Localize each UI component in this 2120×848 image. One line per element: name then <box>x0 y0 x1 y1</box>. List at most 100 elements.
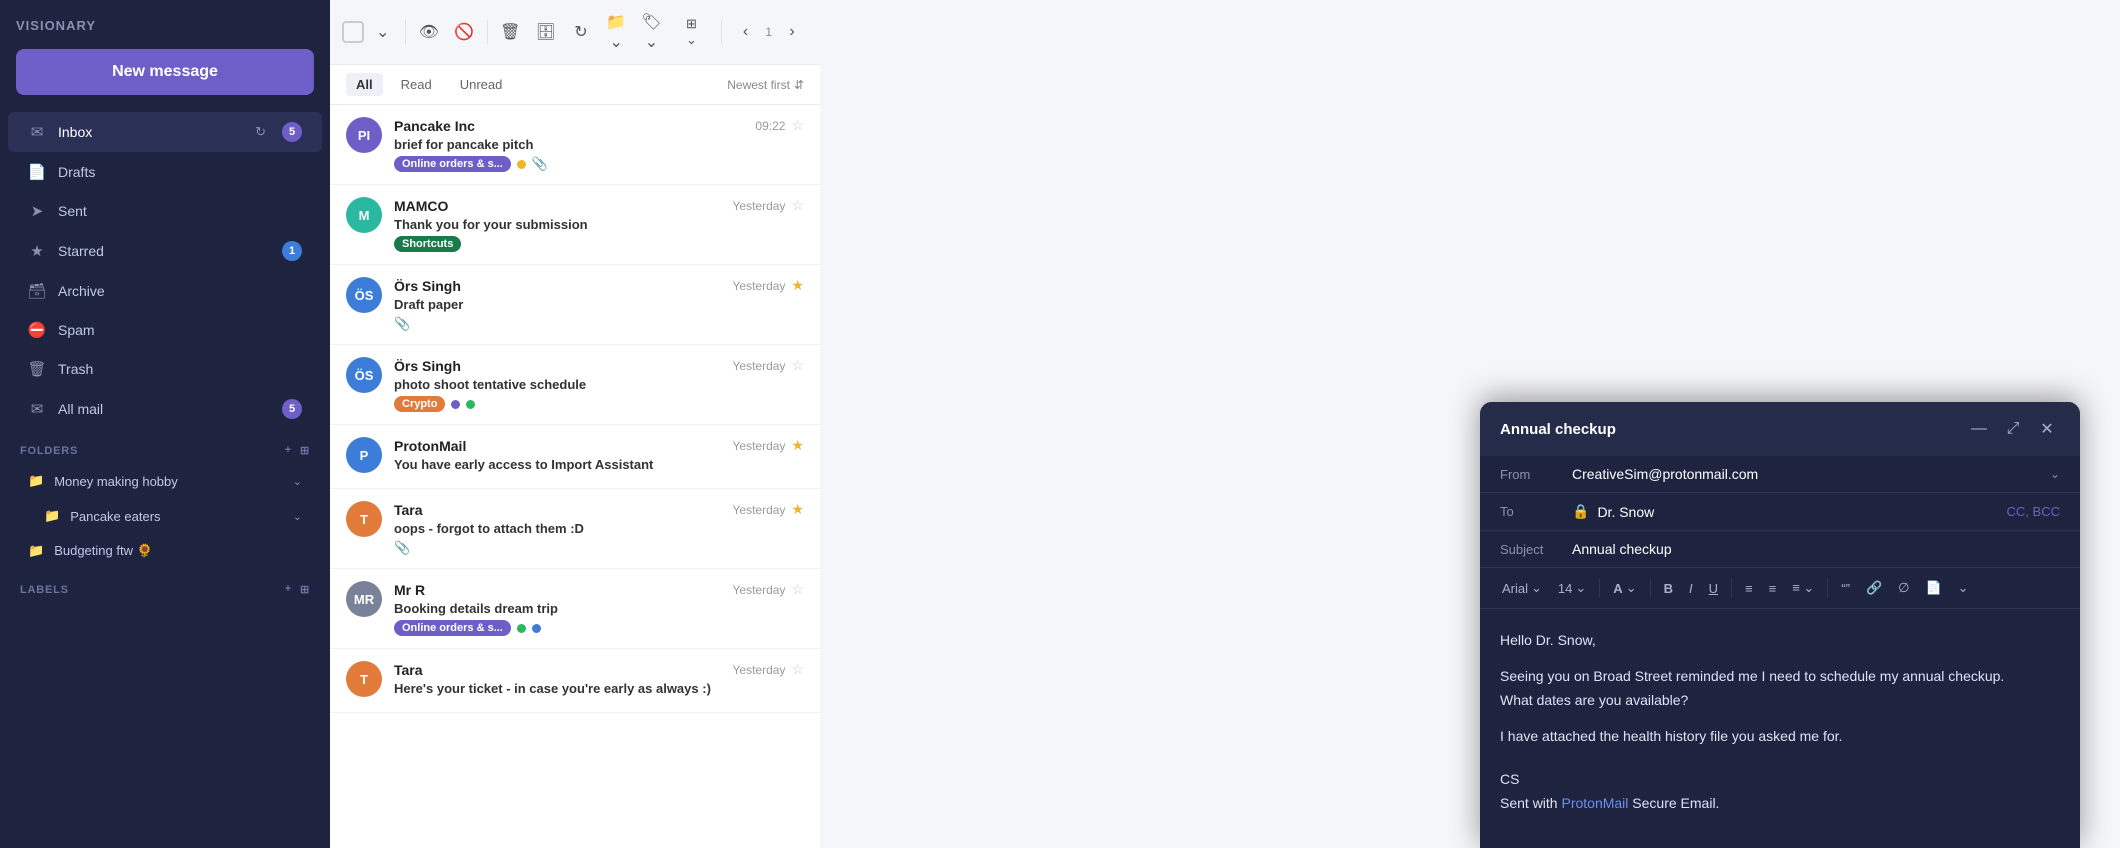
from-dropdown-icon[interactable]: ⌄ <box>2050 467 2060 481</box>
view-icon[interactable]: 👁 <box>412 14 445 50</box>
email-dot <box>517 160 526 169</box>
protonmail-link[interactable]: ProtonMail <box>1561 795 1628 811</box>
email-item[interactable]: PProtonMailYesterday★You have early acce… <box>330 425 820 489</box>
add-folder-icon[interactable]: + <box>285 444 292 457</box>
attachment-btn[interactable]: 📄 <box>1919 576 1947 600</box>
align-btn[interactable]: ≡ ⌄ <box>1786 576 1820 600</box>
chevron-down-btn[interactable]: ⌄ <box>366 14 399 50</box>
italic-btn[interactable]: I <box>1683 577 1699 600</box>
email-list: PIPancake Inc09:22☆brief for pancake pit… <box>330 105 820 848</box>
delete-icon[interactable]: 🗑 <box>494 14 527 50</box>
badge-starred: 1 <box>282 241 302 261</box>
folder-icon-money-making-hobby: 📁 <box>28 473 44 489</box>
sidebar-item-spam[interactable]: ⛔Spam <box>8 311 322 349</box>
sidebar-item-starred[interactable]: ★Starred1 <box>8 231 322 271</box>
email-item[interactable]: MMAMCOYesterday☆Thank you for your submi… <box>330 185 820 265</box>
subject-input[interactable] <box>1572 541 2060 557</box>
email-avatar: ÖS <box>346 277 382 313</box>
email-avatar: MR <box>346 581 382 617</box>
email-item[interactable]: MRMr RYesterday☆Booking details dream tr… <box>330 569 820 649</box>
email-content: Örs SinghYesterday★Draft paper📎 <box>394 277 804 332</box>
filter-tab-unread[interactable]: Unread <box>450 73 513 96</box>
link-btn[interactable]: 🔗 <box>1860 576 1888 600</box>
refresh-icon-inbox[interactable]: ↻ <box>255 124 266 140</box>
folder-item-budgeting-ftw[interactable]: 📁Budgeting ftw 🌻 <box>8 534 322 568</box>
filter-tab-all[interactable]: All <box>346 73 383 96</box>
expand-compose-button[interactable]: ⤢ <box>2000 416 2026 442</box>
ordered-list-btn[interactable]: ≡ <box>1739 577 1759 600</box>
prev-page-btn[interactable]: ‹ <box>730 14 762 50</box>
star-icon[interactable]: ☆ <box>791 581 804 598</box>
email-subject: oops - forgot to attach them :D <box>394 521 804 536</box>
minimize-compose-button[interactable]: — <box>1966 416 1992 442</box>
email-avatar: T <box>346 501 382 537</box>
font-size-btn[interactable]: 14 ⌄ <box>1552 576 1592 600</box>
email-tag: Online orders & s... <box>394 156 511 172</box>
star-icon[interactable]: ☆ <box>791 661 804 678</box>
email-content: Pancake Inc09:22☆brief for pancake pitch… <box>394 117 804 172</box>
email-from: Pancake Inc <box>394 118 475 134</box>
font-color-btn[interactable]: A ⌄ <box>1607 576 1642 600</box>
email-item[interactable]: PIPancake Inc09:22☆brief for pancake pit… <box>330 105 820 185</box>
folder-item-pancake-eaters[interactable]: 📁Pancake eaters⌄ <box>8 499 322 533</box>
sidebar-item-sent[interactable]: ➤Sent <box>8 192 322 230</box>
inbox-icon: ✉ <box>28 123 46 141</box>
clear-format-btn[interactable]: ∅ <box>1892 576 1915 600</box>
star-icon[interactable]: ★ <box>791 437 804 454</box>
sent-icon: ➤ <box>28 202 46 220</box>
compose-body[interactable]: Hello Dr. Snow, Seeing you on Broad Stre… <box>1480 609 2080 848</box>
email-time: Yesterday <box>733 503 786 517</box>
bold-btn[interactable]: B <box>1658 577 1679 600</box>
sidebar: VISIONARY New message ✉Inbox↻5📄Drafts➤Se… <box>0 0 330 848</box>
archive-icon[interactable]: 🗄 <box>529 14 562 50</box>
close-compose-button[interactable]: ✕ <box>2034 416 2060 442</box>
sidebar-item-all-mail[interactable]: ✉All mail5 <box>8 389 322 429</box>
email-dot <box>532 624 541 633</box>
attachment-icon: 📎 <box>394 540 410 556</box>
folder-item-money-making-hobby[interactable]: 📁Money making hobby⌄ <box>8 464 322 498</box>
folder-label-money-making-hobby: Money making hobby <box>54 474 283 489</box>
filter-tab-read[interactable]: Read <box>391 73 442 96</box>
star-icon[interactable]: ★ <box>791 501 804 518</box>
new-message-button[interactable]: New message <box>16 49 314 95</box>
email-subject: Booking details dream trip <box>394 601 804 616</box>
star-icon[interactable]: ☆ <box>791 357 804 374</box>
email-time: Yesterday <box>733 583 786 597</box>
layout-button[interactable]: ⊞ ⌄ <box>670 10 713 54</box>
email-tag: Shortcuts <box>394 236 461 252</box>
email-item[interactable]: TTaraYesterday☆Here's your ticket - in c… <box>330 649 820 713</box>
unordered-list-btn[interactable]: ≡ <box>1763 577 1783 600</box>
underline-btn[interactable]: U <box>1703 577 1724 600</box>
move-icon[interactable]: 📁 ⌄ <box>600 14 633 50</box>
sidebar-item-drafts[interactable]: 📄Drafts <box>8 153 322 191</box>
manage-labels-icon[interactable]: ⊞ <box>300 583 310 596</box>
email-dot <box>451 400 460 409</box>
select-all-checkbox[interactable] <box>342 21 364 43</box>
email-time: Yesterday <box>733 199 786 213</box>
next-page-btn[interactable]: › <box>776 14 808 50</box>
font-family-btn[interactable]: Arial ⌄ <box>1496 576 1548 600</box>
manage-folders-icon[interactable]: ⊞ <box>300 444 310 457</box>
add-label-icon[interactable]: + <box>285 583 292 596</box>
star-icon[interactable]: ★ <box>791 277 804 294</box>
labels-section-header: LABELS + ⊞ <box>0 569 330 602</box>
star-icon[interactable]: ☆ <box>791 197 804 214</box>
sidebar-item-inbox[interactable]: ✉Inbox↻5 <box>8 112 322 152</box>
email-item[interactable]: ÖSÖrs SinghYesterday☆photo shoot tentati… <box>330 345 820 425</box>
refresh-icon[interactable]: ↻ <box>564 14 597 50</box>
blockquote-btn[interactable]: “” <box>1835 577 1856 600</box>
email-item[interactable]: ÖS Örs SinghYesterday★Draft paper📎 <box>330 265 820 345</box>
sidebar-item-archive[interactable]: 🗃Archive <box>8 272 322 310</box>
lock-icon: 🔒 <box>1572 503 1589 520</box>
more-formatting-btn[interactable]: ⌄ <box>1952 576 1975 600</box>
email-from: ProtonMail <box>394 438 466 454</box>
email-dot <box>466 400 475 409</box>
hide-icon[interactable]: 🚫 <box>447 14 480 50</box>
label-icon[interactable]: 🏷 ⌄ <box>635 14 668 50</box>
sidebar-item-trash[interactable]: 🗑Trash <box>8 350 322 388</box>
cc-bcc-button[interactable]: CC, BCC <box>2007 504 2060 519</box>
sort-control[interactable]: Newest first ⇵ <box>727 78 804 92</box>
email-item[interactable]: TTaraYesterday★oops - forgot to attach t… <box>330 489 820 569</box>
star-icon[interactable]: ☆ <box>791 117 804 134</box>
from-value: CreativeSim@protonmail.com <box>1572 466 1758 482</box>
